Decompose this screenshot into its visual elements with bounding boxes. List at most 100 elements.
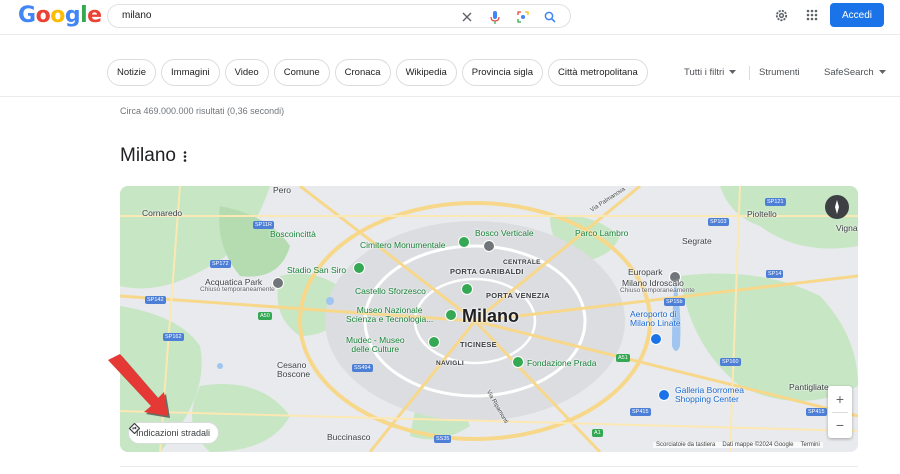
map-attribution: Scorciatoie da tastiera Dati mappe ©2024…	[653, 442, 823, 448]
zoom-in-button[interactable]: +	[828, 386, 852, 412]
museum-pin-icon[interactable]	[428, 336, 440, 348]
place-cesano-boscone[interactable]: Cesano Boscone	[277, 361, 310, 379]
road-shield: SS35	[434, 435, 452, 443]
zoom-divider	[832, 412, 848, 413]
place-cornaredo[interactable]: Cornaredo	[142, 209, 182, 218]
chip-citta-metropolitana[interactable]: Città metropolitana	[548, 59, 648, 86]
road-shield: SP103	[708, 218, 729, 226]
place-pioltello[interactable]: Pioltello	[747, 210, 777, 219]
place-cimitero[interactable]: Cimitero Monumentale	[360, 241, 446, 250]
place-stadio[interactable]: Stadio San Siro	[287, 266, 346, 275]
chip-provincia-sigla[interactable]: Provincia sigla	[461, 59, 544, 86]
road-shield: SP142	[145, 296, 166, 304]
signin-button[interactable]: Accedi	[830, 3, 884, 27]
road-shield: A50	[258, 312, 272, 320]
shopping-pin-icon[interactable]	[658, 389, 670, 401]
chip-wikipedia[interactable]: Wikipedia	[395, 59, 457, 86]
terms-link[interactable]: Termini	[801, 442, 820, 448]
tools-divider	[749, 66, 750, 80]
road-shield: A51	[616, 354, 630, 362]
place-idroscalo-status: Chiuso temporaneamente	[620, 287, 695, 294]
chip-immagini[interactable]: Immagini	[161, 59, 220, 86]
tools-label: Strumenti	[759, 67, 800, 78]
chip-comune[interactable]: Comune	[273, 59, 330, 86]
directions-icon	[129, 423, 140, 434]
search-icon[interactable]	[541, 8, 559, 26]
road-shield: SS494	[352, 364, 373, 372]
chevron-down-icon	[729, 70, 737, 74]
section-divider	[120, 466, 858, 467]
museum-pin-icon[interactable]	[445, 309, 457, 321]
place-parco-lambro[interactable]: Parco Lambro	[575, 229, 628, 238]
road-shield: SP415	[630, 408, 651, 416]
place-navigli: NAVIGLI	[436, 360, 464, 367]
place-europark[interactable]: Europark	[628, 268, 663, 277]
place-acquatica-status: Chiuso temporaneamente	[200, 286, 275, 293]
keyboard-shortcuts-link[interactable]: Scorciatoie da tastiera	[656, 442, 715, 448]
place-museo-scienza[interactable]: Museo Nazionale Scienza e Tecnologia...	[346, 306, 433, 324]
place-segrate[interactable]: Segrate	[682, 237, 712, 246]
lens-icon[interactable]	[514, 8, 532, 26]
all-filters-label: Tutti i filtri	[684, 67, 725, 78]
google-logo[interactable]: Google	[18, 3, 102, 28]
place-vignate[interactable]: Vigna	[836, 224, 858, 233]
chip-video[interactable]: Video	[224, 59, 269, 86]
settings-icon[interactable]	[772, 6, 790, 24]
search-box[interactable]: milano	[107, 4, 571, 28]
road-shield: A1	[592, 429, 603, 437]
search-input[interactable]: milano	[122, 10, 151, 21]
place-pero[interactable]: Pero	[273, 186, 291, 195]
filter-chips: Notizie Immagini Video Comune Cronaca Wi…	[107, 59, 648, 86]
chip-cronaca[interactable]: Cronaca	[334, 59, 391, 86]
map[interactable]: Pero Cornaredo Boscoincittà Cimitero Mon…	[120, 186, 858, 452]
road-shield: SP11R	[253, 221, 275, 229]
chips-divider	[0, 96, 900, 97]
place-fondazione-prada[interactable]: Fondazione Prada	[527, 359, 596, 368]
safesearch-label: SafeSearch	[824, 67, 874, 78]
place-centrale: CENTRALE	[503, 259, 541, 266]
apps-icon[interactable]	[803, 6, 821, 24]
place-bosco-verticale[interactable]: Bosco Verticale	[475, 229, 534, 238]
header-divider	[0, 34, 900, 35]
landmark-pin-icon[interactable]	[483, 240, 495, 252]
place-aeroporto[interactable]: Aeroporto di Milano Linate	[630, 310, 681, 328]
zoom-out-button[interactable]: −	[828, 412, 852, 438]
place-buccinasco[interactable]: Buccinasco	[327, 433, 370, 442]
compass-icon[interactable]	[825, 195, 849, 219]
safesearch-button[interactable]: SafeSearch	[824, 67, 886, 78]
place-ticinese: TICINESE	[460, 340, 497, 349]
place-boscoincitta[interactable]: Boscoincittà	[270, 230, 316, 239]
place-galleria-borromea[interactable]: Galleria Borromea Shopping Center	[675, 386, 744, 404]
chevron-down-icon	[878, 70, 886, 74]
directions-button[interactable]: Indicazioni stradali	[128, 422, 220, 444]
knowledge-panel-title: Milano	[120, 145, 176, 166]
castle-pin-icon[interactable]	[461, 283, 473, 295]
place-castello[interactable]: Castello Sforzesco	[355, 287, 426, 296]
road-shield: SP160	[720, 358, 741, 366]
foundation-pin-icon[interactable]	[512, 356, 524, 368]
zoom-controls: + −	[828, 386, 852, 438]
road-shield: SP172	[210, 260, 231, 268]
road-shield: SP162	[163, 333, 184, 341]
map-data-label: Dati mappe ©2024 Google	[722, 442, 794, 448]
road-shield: SP121	[765, 198, 786, 206]
road-shield: SP14	[766, 270, 784, 278]
place-milano[interactable]: Milano	[462, 307, 519, 326]
result-stats: Circa 469.000.000 risultati (0,36 second…	[120, 106, 285, 116]
tools-button[interactable]: Strumenti	[759, 67, 800, 78]
all-filters-button[interactable]: Tutti i filtri	[684, 67, 737, 78]
road-shield: SP415	[806, 408, 827, 416]
annotation-arrow-icon	[108, 354, 170, 418]
place-porta-garibaldi: PORTA GARIBALDI	[450, 267, 524, 276]
road-shield: SP15b	[664, 298, 685, 306]
more-options-icon[interactable]	[183, 151, 187, 162]
airport-pin-icon[interactable]	[650, 333, 662, 345]
place-pantigliate[interactable]: Pantigliate	[789, 383, 829, 392]
place-mudec[interactable]: Mudec - Museo delle Culture	[346, 336, 405, 354]
chip-notizie[interactable]: Notizie	[107, 59, 157, 86]
directions-label: Indicazioni stradali	[136, 428, 211, 438]
park-pin-icon[interactable]	[458, 236, 470, 248]
stadium-pin-icon[interactable]	[353, 262, 365, 274]
mic-icon[interactable]	[486, 8, 504, 26]
clear-icon[interactable]	[458, 8, 476, 26]
